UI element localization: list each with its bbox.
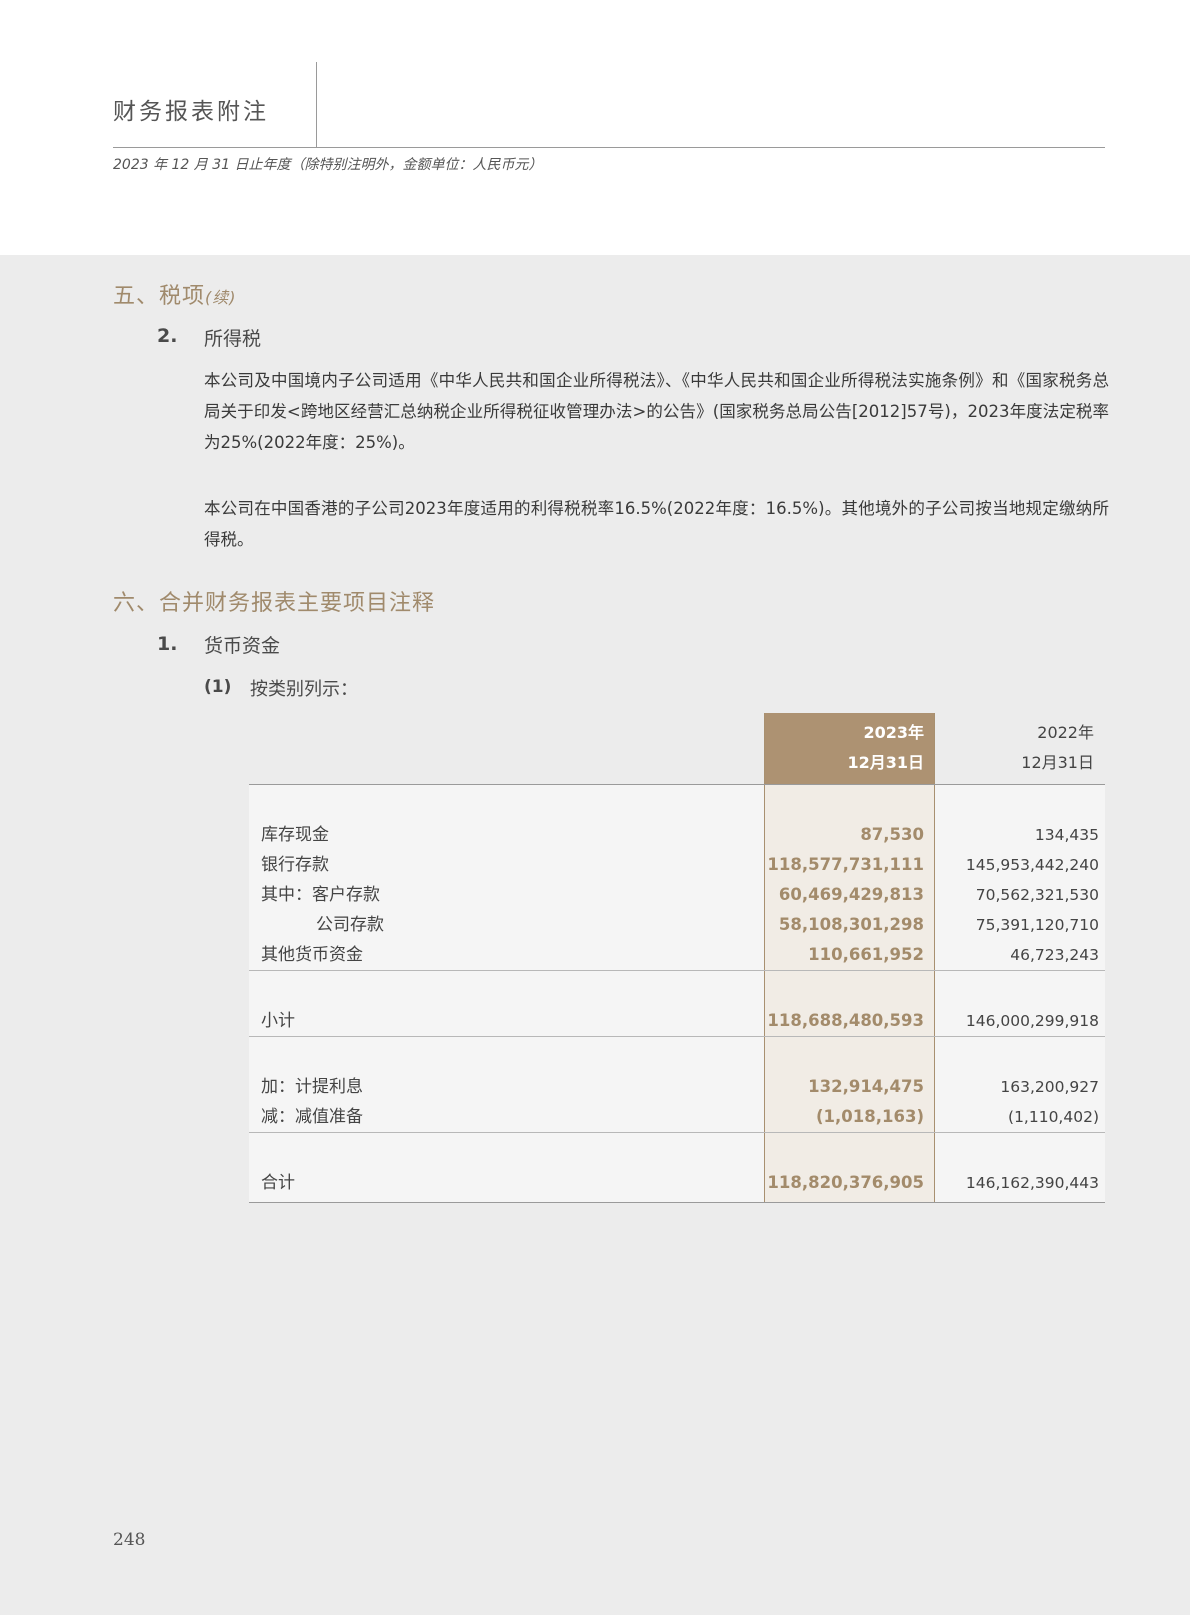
row-value-2023: 132,914,475 [808,1077,924,1096]
header-title: 财务报表附注 [113,99,269,125]
row-label: 减：减值准备 [261,1107,363,1127]
row-label: 银行存款 [261,855,329,875]
row-value-2022: 146,000,299,918 [965,1012,1099,1030]
subsection-5-2-number: 2. [157,325,178,347]
subsection-6-1-title: 货币资金 [204,635,281,657]
header-divider-horizontal [113,147,1105,148]
row-value-2023: 87,530 [860,825,924,844]
section-5-title: 五、税项(续) [113,278,237,310]
row-label: 合计 [261,1173,295,1193]
item-1-number: (1) [204,677,232,697]
header-rule [249,784,1105,785]
row-value-2023: 118,577,731,111 [767,855,924,874]
row-label: 其中：客户存款 [261,885,380,905]
row-value-2023: 58,108,301,298 [778,915,924,934]
row-value-2022: 75,391,120,710 [975,916,1099,934]
header-2022-year: 2022年 [1037,723,1094,742]
header-2023-year: 2023年 [863,723,924,742]
header-divider-vertical [316,62,317,147]
header-2022-date: 12月31日 [1021,753,1094,772]
row-value-2023: 118,688,480,593 [767,1011,924,1030]
row-value-2022: 146,162,390,443 [965,1174,1099,1192]
income-tax-paragraph-1: 本公司及中国境内子公司适用《中华人民共和国企业所得税法》、《中华人民共和国企业所… [204,371,1109,452]
page-header: 财务报表附注 2023 年 12 月 31 日止年度（除特别注明外，金额单位：人… [0,0,1190,255]
row-value-2023: 110,661,952 [808,945,924,964]
row-label: 小计 [261,1011,295,1031]
subsection-6-1-number: 1. [157,633,178,655]
page-number: 248 [113,1530,146,1550]
row-label: 加：计提利息 [261,1077,363,1097]
table-bottom-rule [249,1202,1105,1203]
row-label: 库存现金 [261,825,329,845]
row-value-2022: 145,953,442,240 [965,856,1099,874]
subtotal-rule [249,970,1105,971]
row-label: 公司存款 [316,915,384,935]
item-1-title: 按类别列示： [250,679,358,700]
section-5-title-text: 五、税项 [113,284,206,309]
row-value-2023: 118,820,376,905 [767,1173,924,1192]
section-6-title: 六、合并财务报表主要项目注释 [113,591,436,616]
total-rule [249,1132,1105,1133]
row-value-2022: 134,435 [1034,826,1099,844]
row-value-2023: (1,018,163) [816,1107,924,1126]
row-value-2022: (1,110,402) [1008,1108,1099,1126]
header-subtitle: 2023 年 12 月 31 日止年度（除特别注明外，金额单位：人民币元） [113,157,543,173]
subsection-5-2-title: 所得税 [204,328,262,350]
row-value-2022: 46,723,243 [1010,946,1099,964]
header-2023-date: 12月31日 [847,753,924,772]
section-5-continued: (续) [205,288,237,307]
income-tax-paragraph-2: 本公司在中国香港的子公司2023年度适用的利得税税率16.5%(2022年度：1… [204,499,1109,549]
row-value-2022: 70,562,321,530 [975,886,1099,904]
row-label: 其他货币资金 [261,945,363,965]
cash-table: 2023年 12月31日 2022年 12月31日 库存现金 87,530 13… [249,713,1105,1203]
row-value-2023: 60,469,429,813 [778,885,924,904]
adjustments-rule [249,1036,1105,1037]
row-value-2022: 163,200,927 [1000,1078,1099,1096]
